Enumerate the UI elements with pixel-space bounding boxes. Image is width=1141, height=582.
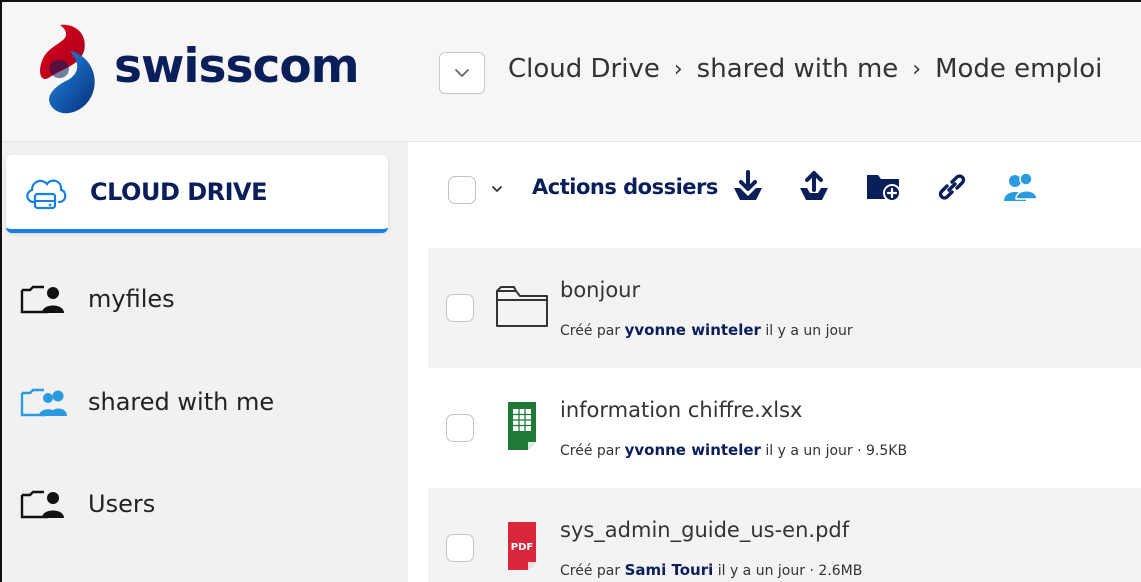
toolbar: Actions dossiers — [408, 142, 1141, 238]
file-type-icon — [492, 276, 552, 336]
file-date: il y a un jour — [765, 323, 853, 339]
sidebar-item-label: shared with me — [88, 388, 275, 416]
link-icon — [938, 174, 966, 200]
upload-icon — [800, 171, 828, 200]
pdf-file-icon: PDF — [508, 522, 536, 570]
brand-name: swisscom — [114, 38, 360, 94]
cloud-drive-icon — [26, 179, 67, 210]
file-name[interactable]: information chiffre.xlsx — [560, 398, 802, 422]
folder-user-icon — [20, 490, 64, 519]
upload-button[interactable] — [794, 167, 834, 207]
download-icon — [734, 170, 762, 200]
file-row[interactable]: PDF sys_admin_guide_us-en.pdf Créé par S… — [428, 488, 1141, 582]
file-meta: Créé par yvonne winteler il y a un jour — [560, 321, 853, 339]
file-name[interactable]: sys_admin_guide_us-en.pdf — [560, 518, 849, 542]
breadcrumb: Cloud Drive › shared with me › Mode empl… — [508, 54, 1102, 84]
new-folder-button[interactable] — [864, 167, 904, 207]
file-name[interactable]: bonjour — [560, 278, 640, 302]
swisscom-logo[interactable]: swisscom — [32, 20, 360, 120]
file-date: il y a un jour · 9.5KB — [765, 443, 908, 459]
shared-folder-icon — [20, 388, 67, 417]
folder-user-icon — [20, 285, 64, 314]
sidebar-item-label: CLOUD DRIVE — [90, 178, 268, 206]
file-type-icon — [492, 396, 552, 456]
file-date: il y a un jour · 2.6MB — [717, 563, 863, 579]
share-users-icon — [1004, 172, 1038, 201]
chevron-down-icon[interactable] — [490, 180, 504, 198]
swisscom-lifeform-icon — [40, 24, 95, 114]
breadcrumb-dropdown-button[interactable] — [439, 52, 485, 94]
file-type-icon: PDF — [492, 516, 552, 576]
file-row[interactable]: information chiffre.xlsx Créé par yvonne… — [428, 368, 1141, 488]
breadcrumb-item-current[interactable]: Mode emploi — [935, 54, 1102, 84]
folder-actions-label[interactable]: Actions dossiers — [532, 175, 718, 199]
header: swisscom Cloud Drive › shared with me › … — [2, 2, 1141, 142]
chevron-down-icon — [455, 69, 469, 77]
breadcrumb-item-cloud-drive[interactable]: Cloud Drive — [508, 54, 660, 84]
file-author: yvonne winteler — [624, 441, 761, 459]
file-author: yvonne winteler — [624, 321, 761, 339]
row-checkbox[interactable] — [446, 534, 474, 562]
sidebar-item-users[interactable]: Users — [20, 484, 155, 524]
excel-file-icon — [508, 402, 536, 450]
sidebar-item-shared-with-me[interactable]: shared with me — [20, 382, 274, 422]
sidebar-item-cloud-drive[interactable]: CLOUD DRIVE — [6, 155, 388, 233]
breadcrumb-separator: › — [912, 56, 922, 82]
sidebar-item-myfiles[interactable]: myfiles — [20, 279, 175, 319]
row-checkbox[interactable] — [446, 294, 474, 322]
new-folder-icon — [867, 175, 901, 202]
main-content: Actions dossiers bonjour Créé par yvonne… — [408, 142, 1141, 582]
file-meta: Créé par yvonne winteler il y a un jour … — [560, 441, 908, 459]
file-row[interactable]: bonjour Créé par yvonne winteler il y a … — [428, 248, 1141, 368]
breadcrumb-separator: › — [673, 56, 683, 82]
folder-icon — [496, 286, 548, 327]
file-author: Sami Touri — [624, 561, 714, 579]
select-all-checkbox[interactable] — [448, 176, 476, 204]
app-window: swisscom Cloud Drive › shared with me › … — [0, 0, 1141, 582]
breadcrumb-item-shared-with-me[interactable]: shared with me — [697, 54, 899, 84]
link-button[interactable] — [932, 167, 972, 207]
sidebar-item-label: myfiles — [88, 285, 175, 313]
sidebar: CLOUD DRIVE myfiles shared with me Users — [2, 142, 408, 582]
sidebar-item-label: Users — [88, 490, 156, 518]
svg-text:PDF: PDF — [511, 542, 533, 553]
row-checkbox[interactable] — [446, 414, 474, 442]
file-meta: Créé par Sami Touri il y a un jour · 2.6… — [560, 561, 863, 579]
download-button[interactable] — [728, 167, 768, 207]
share-users-button[interactable] — [1000, 167, 1040, 207]
